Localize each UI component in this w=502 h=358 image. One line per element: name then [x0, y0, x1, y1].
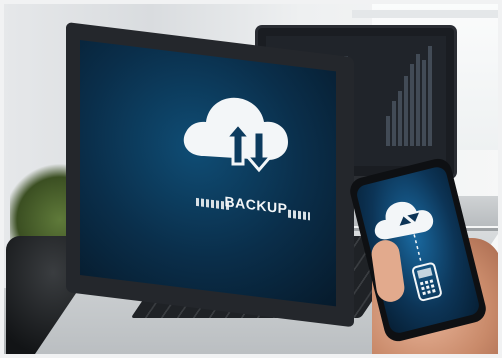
cloud-upload-download-icon: [183, 97, 288, 173]
photo-scene: BACKUP: [0, 0, 502, 358]
window-frame: [352, 10, 502, 18]
